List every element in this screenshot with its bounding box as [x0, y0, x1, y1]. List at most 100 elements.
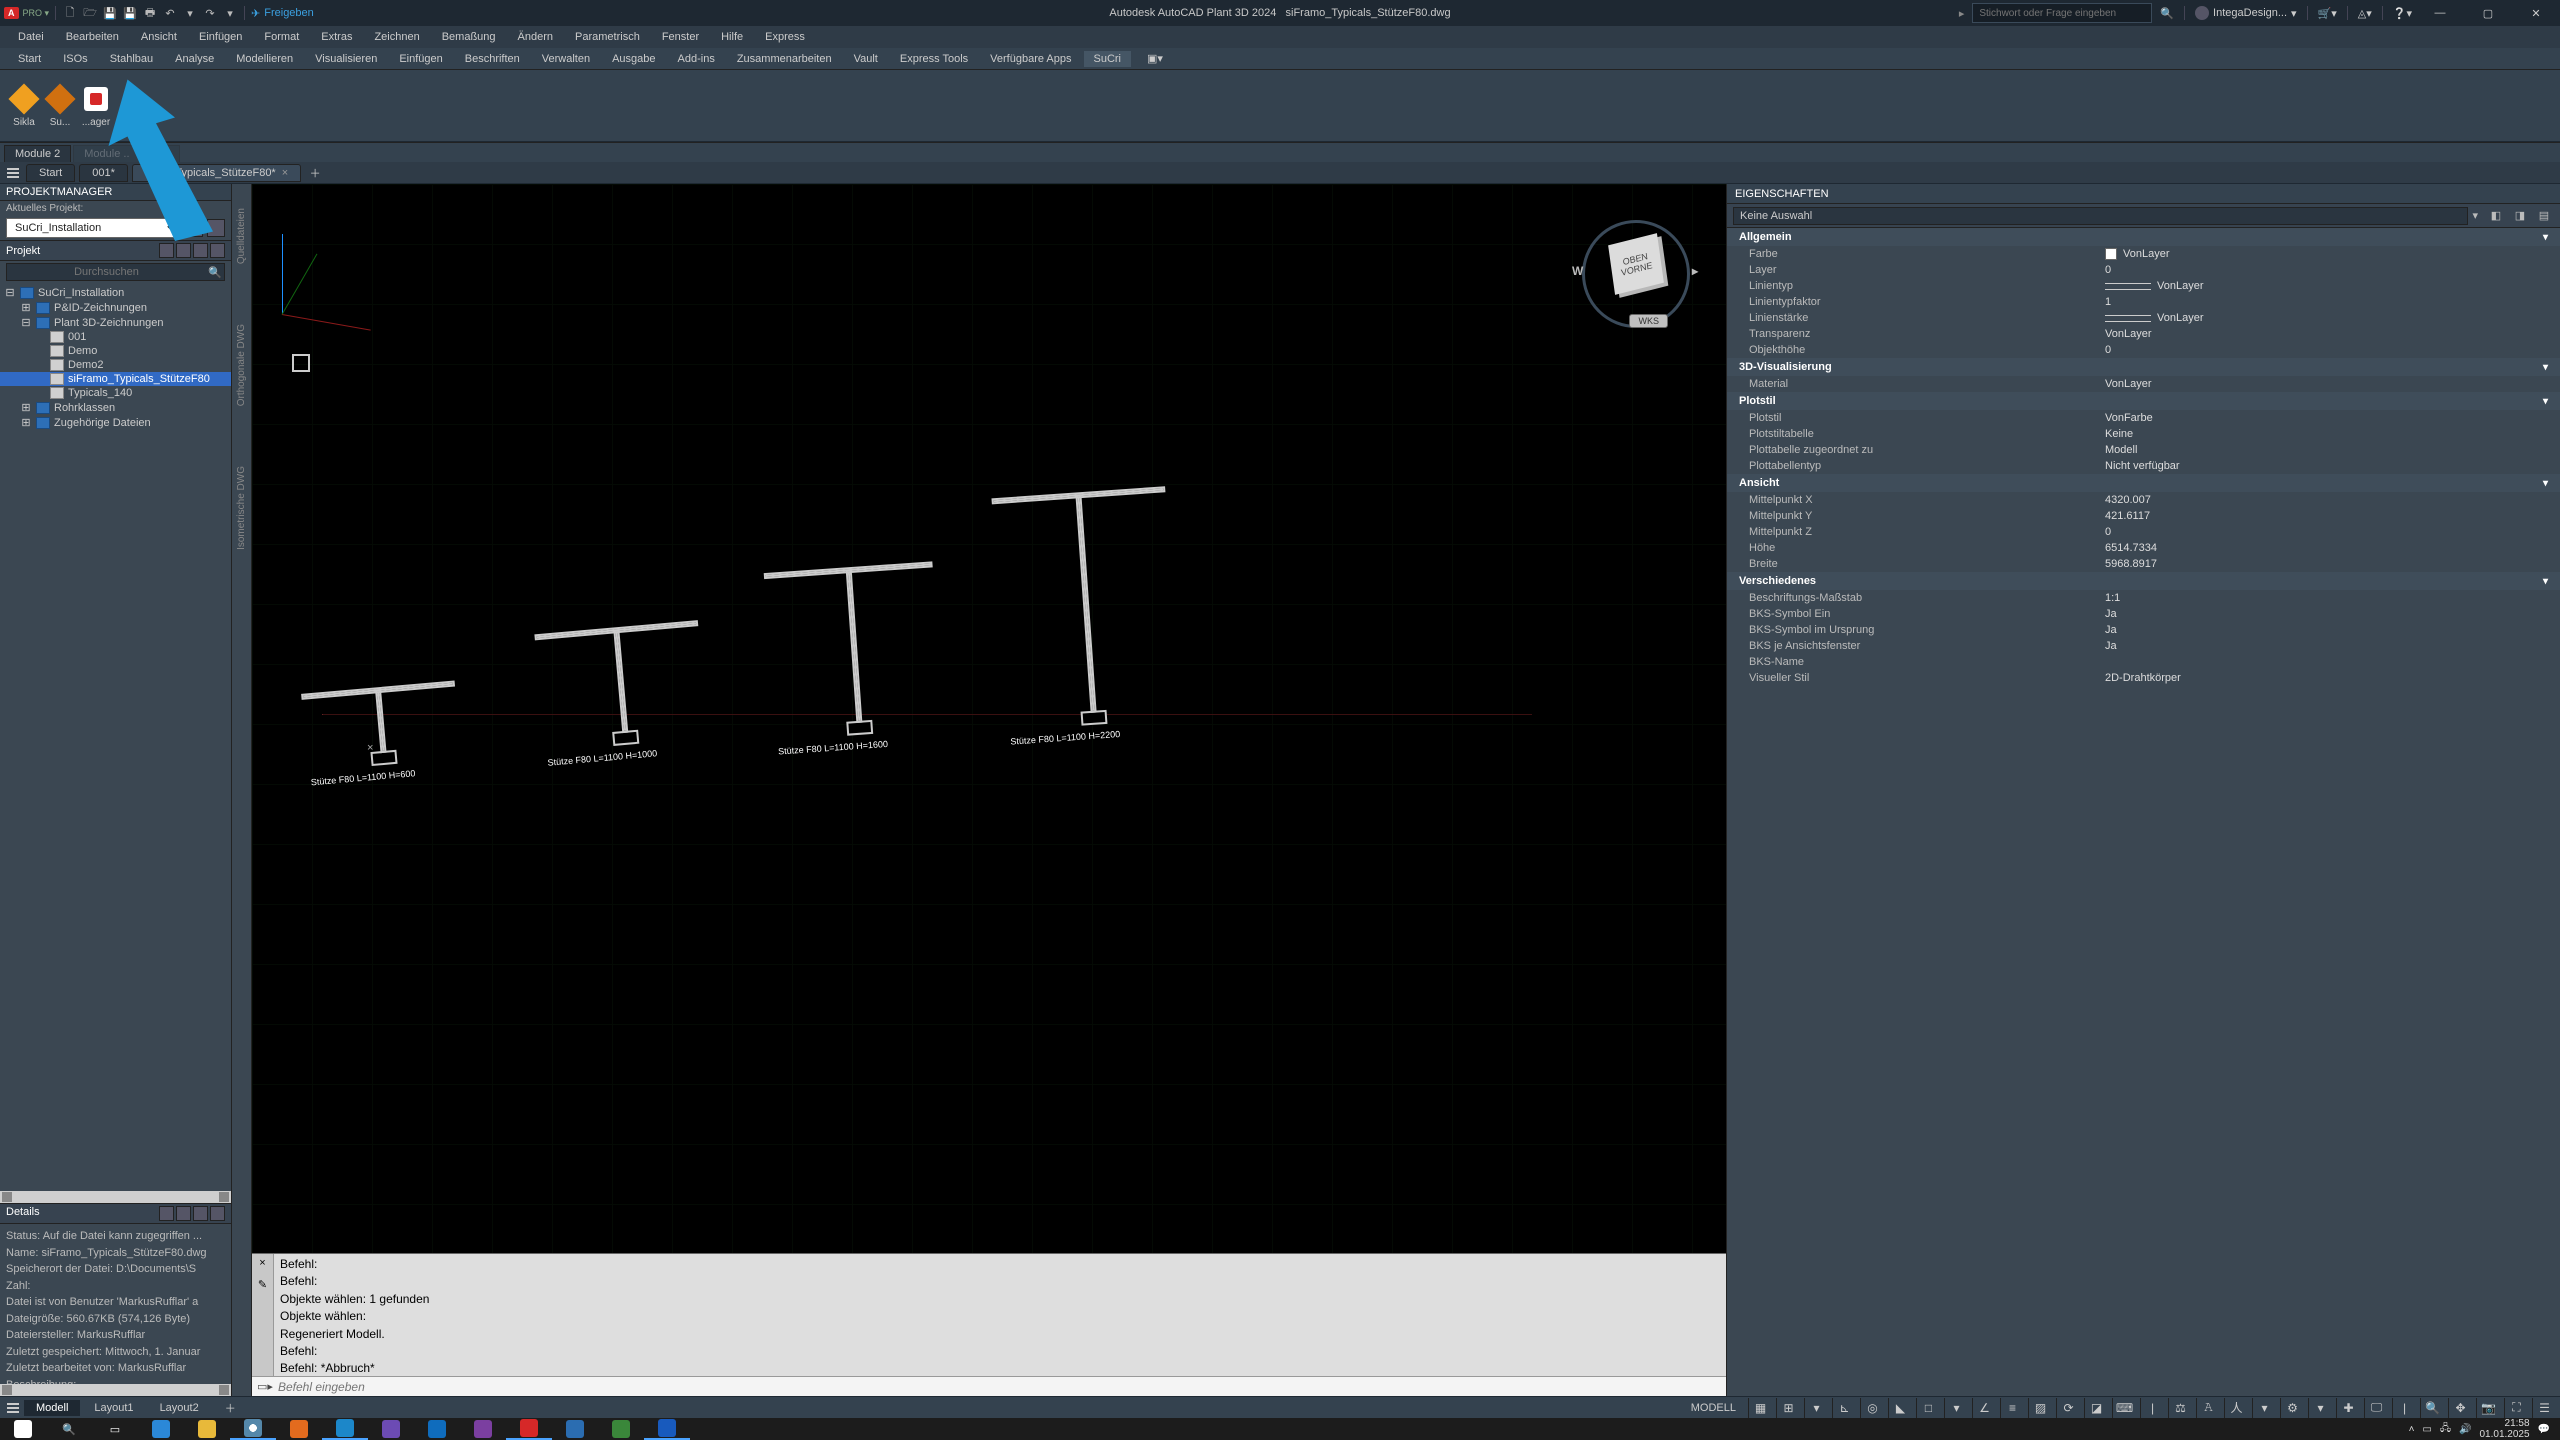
status-3dosnap-icon[interactable]: ◪ [2084, 1398, 2108, 1418]
val-mx[interactable]: 4320.007 [2097, 494, 2560, 506]
tree-root[interactable]: ⊟SuCri_Installation [0, 285, 231, 300]
command-history[interactable]: × ✎ Befehl: Befehl: Objekte wählen: 1 ge… [252, 1254, 1726, 1376]
val-farbe[interactable]: VonLayer [2097, 248, 2560, 260]
tb-word-icon[interactable] [644, 1418, 690, 1440]
menu-express[interactable]: Express [755, 29, 815, 45]
status-scale-icon[interactable]: 𝙰 [2196, 1398, 2220, 1418]
val-pst[interactable]: Keine [2097, 428, 2560, 440]
qa-dd2-icon[interactable]: ▾ [222, 5, 238, 21]
tray-time[interactable]: 21:58 [2479, 1418, 2529, 1429]
module-tab-2[interactable]: Module 2 [4, 145, 71, 162]
val-linientyp[interactable]: VonLayer [2097, 280, 2560, 292]
cat-versch[interactable]: Verschiedenes▾ [1727, 572, 2560, 590]
rtab-beschriften[interactable]: Beschriften [455, 51, 530, 67]
val-my[interactable]: 421.6117 [2097, 510, 2560, 522]
menu-zeichnen[interactable]: Zeichnen [364, 29, 429, 45]
rtab-modellieren[interactable]: Modellieren [226, 51, 303, 67]
rtab-addins[interactable]: Add-ins [668, 51, 725, 67]
drawer-icon[interactable] [4, 164, 22, 182]
val-mat[interactable]: VonLayer [2097, 378, 2560, 390]
val-bkn[interactable] [2097, 656, 2560, 668]
help-icon[interactable]: ❔▾ [2393, 7, 2412, 20]
cat-plot[interactable]: Plotstil▾ [1727, 392, 2560, 410]
qa-dd1-icon[interactable]: ▾ [182, 5, 198, 21]
tb-outlook-icon[interactable] [414, 1418, 460, 1440]
layout-1[interactable]: Layout1 [82, 1400, 145, 1416]
tree-demo2[interactable]: Demo2 [0, 358, 231, 372]
status-otrack-icon[interactable]: ∠ [1972, 1398, 1996, 1418]
status-scale2-icon[interactable]: 人 [2224, 1398, 2248, 1418]
tree-rohr[interactable]: ⊞Rohrklassen [0, 400, 231, 415]
tree-zug[interactable]: ⊞Zugehörige Dateien [0, 415, 231, 430]
add-tab-button[interactable]: ＋ [305, 163, 325, 183]
pm-export-icon[interactable] [207, 219, 225, 237]
prop-tool1-icon[interactable]: ◧ [2486, 206, 2506, 226]
qa-open-icon[interactable]: 🗁 [82, 5, 98, 21]
tb-app2-icon[interactable] [552, 1418, 598, 1440]
menu-bearbeiten[interactable]: Bearbeiten [56, 29, 129, 45]
status-dd3-icon[interactable]: ▾ [2252, 1398, 2276, 1418]
val-bm[interactable]: 1:1 [2097, 592, 2560, 604]
layout-2[interactable]: Layout2 [148, 1400, 211, 1416]
selection-dropdown[interactable]: Keine Auswahl [1733, 207, 2468, 225]
val-mz[interactable]: 0 [2097, 526, 2560, 538]
user-menu[interactable]: IntegaDesign...▾ [2195, 6, 2297, 20]
cmd-close-icon[interactable]: × [259, 1256, 265, 1272]
support-3[interactable]: Stütze F80 L=1100 H=1600 [766, 563, 943, 756]
pm-ico2[interactable] [176, 243, 191, 258]
doctab-stuetze[interactable]: ...mo_Typicals_StützeF80*× [132, 164, 301, 182]
rtab-stahlbau[interactable]: Stahlbau [100, 51, 163, 67]
doctab-start[interactable]: Start [26, 164, 75, 182]
model-viewport[interactable]: × Stütze F80 L=1100 H=600 Stütze F80 L=1… [252, 184, 1726, 1396]
status-dd1-icon[interactable]: ▾ [1804, 1398, 1828, 1418]
project-select[interactable]: SuCri_Installation [6, 218, 181, 238]
pm-search-input[interactable] [7, 264, 206, 280]
details-hscroll[interactable] [0, 1384, 231, 1396]
status-cam-icon[interactable]: 📷 [2476, 1398, 2500, 1418]
tb-edge2-icon[interactable] [322, 1418, 368, 1440]
menu-parametrisch[interactable]: Parametrisch [565, 29, 650, 45]
ribbon-sikla-button[interactable]: Sikla [8, 83, 40, 128]
menu-ansicht[interactable]: Ansicht [131, 29, 187, 45]
menu-extras[interactable]: Extras [311, 29, 362, 45]
status-anno-icon[interactable]: ⚖ [2168, 1398, 2192, 1418]
cat-ansicht[interactable]: Ansicht▾ [1727, 474, 2560, 492]
support-4[interactable]: Stütze F80 L=1100 H=2200 [994, 488, 1181, 746]
ribbon-lock-button[interactable]: ...ager [80, 83, 112, 128]
val-b[interactable]: 5968.8917 [2097, 558, 2560, 570]
qa-new-icon[interactable]: 🗋 [62, 5, 78, 21]
tree-001[interactable]: 001 [0, 330, 231, 344]
menu-aendern[interactable]: Ändern [508, 29, 563, 45]
tray-chevron-icon[interactable]: ˄ [2409, 1424, 2415, 1435]
status-fullscreen-icon[interactable]: ⛶ [2504, 1398, 2528, 1418]
status-lw-icon[interactable]: ≡ [2000, 1398, 2024, 1418]
status-customize-icon[interactable]: ☰ [2532, 1398, 2556, 1418]
search-caret-icon[interactable]: ▸ [1959, 7, 1965, 20]
val-bsu[interactable]: Ja [2097, 624, 2560, 636]
val-layer[interactable]: 0 [2097, 264, 2560, 276]
doctab-001[interactable]: 001* [79, 164, 128, 182]
status-polar-icon[interactable]: ◎ [1860, 1398, 1884, 1418]
status-grid-icon[interactable]: ▦ [1748, 1398, 1772, 1418]
tray-net-icon[interactable]: 🖧 [2440, 1421, 2451, 1438]
sel-dd-icon[interactable]: ▾ [2468, 209, 2482, 222]
system-tray[interactable]: ˄ ▭ 🖧 🔊 21:58 01.01.2025 💬 [2399, 1418, 2560, 1440]
tree-p3d[interactable]: ⊟Plant 3D-Zeichnungen [0, 315, 231, 330]
apps-icon[interactable]: ◬▾ [2358, 7, 2372, 20]
qa-save-icon[interactable]: 💾 [102, 5, 118, 21]
ribbon-sucri-button[interactable]: Su... [44, 83, 76, 128]
tree-typ[interactable]: Typicals_140 [0, 386, 231, 400]
strip-orthogonal[interactable]: Orthogonale DWG [236, 324, 247, 406]
module-tab-x[interactable]: Module .. [73, 145, 140, 162]
start-button[interactable] [0, 1418, 46, 1440]
qa-saveas-icon[interactable]: 💾 [122, 5, 138, 21]
rtab-isos[interactable]: ISOs [53, 51, 97, 67]
details-ico4[interactable] [210, 1206, 225, 1221]
tree-selected[interactable]: siFramo_Typicals_StützeF80 [0, 372, 231, 386]
status-dd4-icon[interactable]: ▾ [2308, 1398, 2332, 1418]
pm-section-header[interactable]: Projekt [0, 240, 231, 261]
tray-date[interactable]: 01.01.2025 [2479, 1429, 2529, 1440]
rtab-start[interactable]: Start [8, 51, 51, 67]
tree-pid[interactable]: ⊞P&ID-Zeichnungen [0, 300, 231, 315]
status-sel-cycling-icon[interactable]: ⟳ [2056, 1398, 2080, 1418]
